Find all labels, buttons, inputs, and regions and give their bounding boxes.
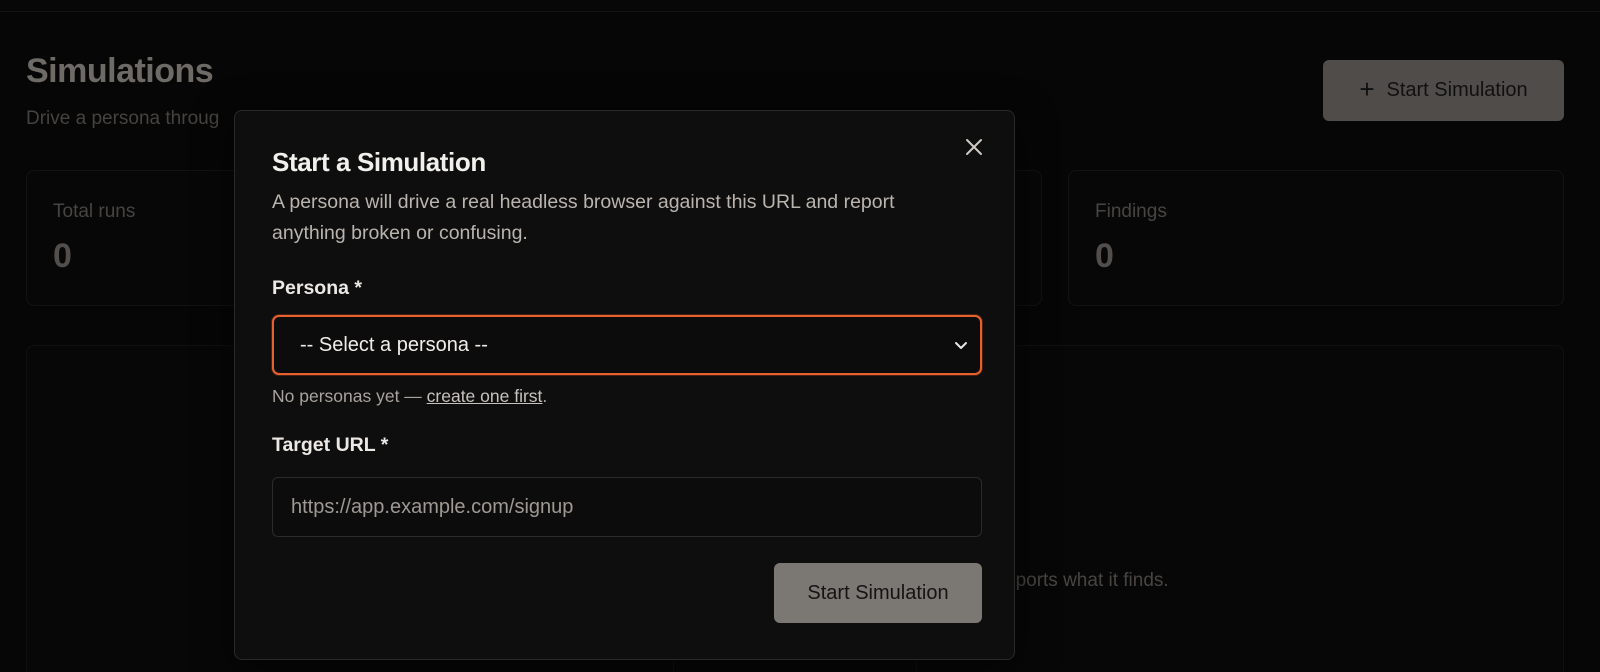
hint-prefix: No personas yet —: [272, 386, 427, 406]
chevron-down-icon: [952, 336, 970, 354]
target-url-input[interactable]: [272, 477, 982, 537]
persona-label: Persona *: [272, 277, 362, 299]
start-simulation-dialog: Start a Simulation A persona will drive …: [234, 110, 1015, 660]
persona-select[interactable]: -- Select a persona --: [272, 315, 982, 375]
submit-simulation-button[interactable]: Start Simulation: [774, 563, 982, 623]
close-icon[interactable]: [962, 135, 986, 159]
hint-suffix: .: [542, 386, 548, 406]
persona-select-value: -- Select a persona --: [300, 333, 488, 356]
persona-hint: No personas yet — create one first.: [272, 386, 547, 407]
target-url-label: Target URL *: [272, 434, 389, 456]
dialog-description: A persona will drive a real headless bro…: [272, 191, 895, 244]
dialog-title: Start a Simulation: [272, 147, 486, 177]
create-persona-link[interactable]: create one first: [427, 386, 543, 406]
